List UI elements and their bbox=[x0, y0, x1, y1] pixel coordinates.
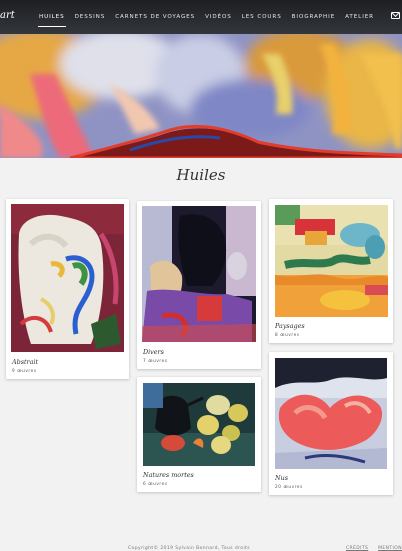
mail-icon[interactable] bbox=[391, 12, 400, 19]
nav-item-les-cours[interactable]: LES COURS bbox=[237, 0, 287, 34]
nav-item-dessins[interactable]: DESSINS bbox=[70, 0, 111, 34]
gallery-count-divers: 7 œuvres bbox=[143, 358, 168, 363]
top-navigation-bar: art HUILES DESSINS CARNETS DE VOYAGES VI… bbox=[0, 0, 402, 34]
nav-item-videos[interactable]: VIDÉOS bbox=[200, 0, 237, 34]
gallery-title-natures-mortes[interactable]: Natures mortes bbox=[143, 471, 194, 479]
gallery-card-nus[interactable]: Nus 20 œuvres bbox=[269, 352, 393, 495]
gallery-count-abstrait: 9 œuvres bbox=[12, 368, 37, 373]
nav-item-atelier[interactable]: ATELIER bbox=[340, 0, 379, 34]
main-nav: HUILES DESSINS CARNETS DE VOYAGES VIDÉOS… bbox=[34, 0, 379, 34]
gallery-thumbnail-natures-mortes[interactable] bbox=[143, 383, 255, 466]
gallery-card-divers[interactable]: Divers 7 œuvres bbox=[137, 201, 261, 369]
gallery-title-paysages[interactable]: Paysages bbox=[275, 322, 305, 330]
gallery-thumbnail-divers[interactable] bbox=[142, 206, 256, 342]
gallery-thumbnail-paysages[interactable] bbox=[275, 205, 388, 317]
footer-link-mentions[interactable]: MENTION bbox=[378, 546, 402, 551]
nav-item-biographie[interactable]: BIOGRAPHIE bbox=[287, 0, 340, 34]
hero-painting bbox=[0, 34, 402, 158]
gallery-card-natures-mortes[interactable]: Natures mortes 6 œuvres bbox=[137, 377, 261, 492]
gallery-title-abstrait[interactable]: Abstrait bbox=[12, 358, 38, 366]
natures-mortes-painting bbox=[143, 383, 255, 466]
gallery-title-divers[interactable]: Divers bbox=[143, 348, 164, 356]
footer-links: CRÉDITS MENTION bbox=[338, 546, 402, 551]
gallery-card-paysages[interactable]: Paysages 8 œuvres bbox=[269, 199, 393, 343]
abstrait-painting bbox=[11, 204, 124, 352]
gallery-thumbnail-nus[interactable] bbox=[275, 358, 387, 469]
gallery-count-paysages: 8 œuvres bbox=[275, 332, 300, 337]
divers-painting bbox=[142, 206, 256, 342]
paysages-painting bbox=[275, 205, 388, 317]
gallery-title-nus[interactable]: Nus bbox=[275, 474, 288, 482]
page-title: Huiles bbox=[176, 166, 226, 184]
nav-item-carnets-de-voyages[interactable]: CARNETS DE VOYAGES bbox=[110, 0, 200, 34]
gallery-thumbnail-abstrait[interactable] bbox=[11, 204, 124, 352]
hero-banner-image bbox=[0, 34, 402, 158]
gallery-count-natures-mortes: 6 œuvres bbox=[143, 481, 168, 486]
nus-painting bbox=[275, 358, 387, 469]
gallery-card-abstrait[interactable]: Abstrait 9 œuvres bbox=[6, 199, 129, 379]
site-logo[interactable]: art bbox=[0, 10, 15, 21]
gallery-count-nus: 20 œuvres bbox=[275, 484, 303, 489]
footer-link-credits[interactable]: CRÉDITS bbox=[346, 546, 368, 551]
footer: Copyright© 2019 Sylvain Bonnard, Tous dr… bbox=[0, 544, 402, 551]
nav-item-huiles[interactable]: HUILES bbox=[34, 0, 70, 34]
footer-copyright: Copyright© 2019 Sylvain Bonnard, Tous dr… bbox=[128, 546, 250, 551]
